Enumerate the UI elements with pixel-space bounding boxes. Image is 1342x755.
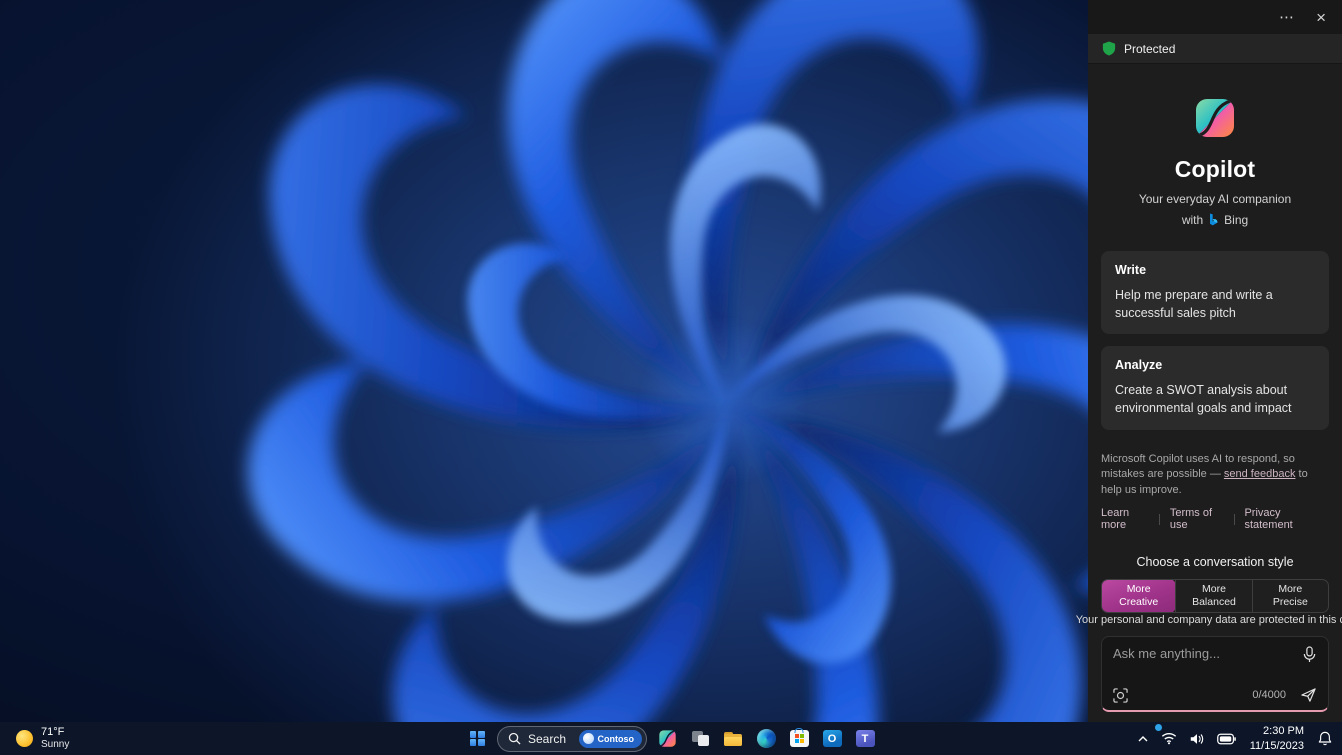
battery-button[interactable] <box>1213 726 1240 752</box>
tray-time: 2:30 PM <box>1263 725 1304 738</box>
outlook-icon: O <box>822 730 842 747</box>
copilot-content: Copilot Your everyday AI companion with … <box>1076 64 1342 726</box>
sun-icon <box>16 730 33 747</box>
style-more-creative-button[interactable]: More Creative <box>1102 580 1177 613</box>
network-button[interactable] <box>1153 722 1181 752</box>
card-title: Analyze <box>1115 358 1163 373</box>
file-explorer-icon <box>724 731 742 746</box>
card-description: Help me prepare and write a successful s… <box>1115 288 1273 321</box>
more-options-icon[interactable]: ⋯ <box>1279 10 1294 25</box>
weather-condition: Sunny <box>41 739 70 751</box>
teams-icon: T <box>855 730 875 747</box>
chat-input-cluster: Your personal and company data are prote… <box>1076 613 1342 713</box>
taskbar-center: Search Contoso O T <box>464 722 878 755</box>
terms-of-use-link[interactable]: Terms of use <box>1160 507 1234 531</box>
chat-input[interactable] <box>1113 646 1294 677</box>
clock[interactable]: 2:30 PM 11/15/2023 <box>1244 724 1310 753</box>
chevron-up-icon <box>1138 735 1148 741</box>
copilot-panel: ⋯ × Protected Copilot Your everyday AI c… <box>1076 0 1342 722</box>
tray-date: 11/15/2023 <box>1249 739 1304 752</box>
microphone-icon[interactable] <box>1302 646 1317 663</box>
style-more-balanced-button[interactable]: More Balanced <box>1175 580 1251 613</box>
weather-temperature: 71°F <box>41 725 65 738</box>
privacy-note-text: Your personal and company data are prote… <box>1075 613 1342 626</box>
footer-links: Learn more Terms of use Privacy statemen… <box>1101 507 1329 531</box>
with-bing-line: with Bing <box>1101 213 1329 227</box>
contoso-badge: Contoso <box>578 729 642 748</box>
network-status-badge <box>1153 722 1163 732</box>
card-description: Create a SWOT analysis about environment… <box>1115 383 1292 416</box>
outlook-button[interactable]: O <box>819 726 845 752</box>
card-title: Write <box>1115 263 1147 277</box>
screenshot-scan-icon[interactable] <box>1113 688 1128 703</box>
bell-icon <box>1318 731 1332 746</box>
suggestion-card-write[interactable]: Write Help me prepare and write a succes… <box>1101 251 1329 335</box>
task-view-button[interactable] <box>687 726 713 752</box>
style-more-precise-button[interactable]: More Precise <box>1251 580 1328 613</box>
protected-label: Protected <box>1124 41 1176 56</box>
tray-chevron-button[interactable] <box>1133 726 1153 752</box>
microsoft-store-button[interactable] <box>786 726 812 752</box>
screen: ⋯ × Protected Copilot Your everyday AI c… <box>0 0 1342 755</box>
shield-icon <box>1102 41 1116 56</box>
style-label-line1: More <box>1126 582 1151 595</box>
style-label-line1: More <box>1202 582 1226 595</box>
send-icon[interactable] <box>1300 687 1317 703</box>
send-feedback-link[interactable]: send feedback <box>1224 468 1296 480</box>
privacy-note: Your personal and company data are prote… <box>1076 613 1342 626</box>
conversation-style-heading: Choose a conversation style <box>1136 555 1294 570</box>
microsoft-store-icon <box>789 728 809 747</box>
conversation-style-group: More Creative More Balanced More Precise <box>1101 579 1329 614</box>
contoso-logo-icon <box>582 733 594 744</box>
copilot-logo-icon <box>1196 99 1234 137</box>
search-box[interactable]: Search Contoso <box>497 725 647 752</box>
windows-logo-icon <box>469 731 485 746</box>
copilot-icon <box>658 730 676 747</box>
task-view-icon <box>691 731 709 746</box>
search-placeholder: Search <box>528 731 567 746</box>
bing-logo-icon <box>1210 213 1218 226</box>
wifi-icon <box>1161 732 1176 745</box>
ai-disclaimer: Microsoft Copilot uses AI to respond, so… <box>1101 452 1329 500</box>
start-button[interactable] <box>464 726 490 752</box>
battery-icon <box>1216 733 1236 744</box>
character-counter: 0/4000 <box>1252 689 1286 702</box>
taskbar: 71°F Sunny Search Contoso O T 2:30 PM 11… <box>0 722 1342 755</box>
edge-icon <box>756 729 776 748</box>
weather-widget[interactable]: 71°F Sunny <box>10 722 75 755</box>
copilot-taskbar-button[interactable] <box>654 726 680 752</box>
chat-input-box: 0/4000 <box>1101 636 1329 713</box>
bing-text: Bing <box>1224 213 1249 227</box>
contoso-badge-label: Contoso <box>597 733 635 744</box>
style-label-line2: Precise <box>1272 596 1308 609</box>
file-explorer-button[interactable] <box>720 726 746 752</box>
edge-button[interactable] <box>753 726 779 752</box>
copilot-titlebar: ⋯ × <box>1088 0 1342 34</box>
notifications-button[interactable] <box>1314 726 1336 752</box>
style-label-line2: Balanced <box>1192 596 1236 609</box>
search-icon <box>508 732 521 745</box>
learn-more-link[interactable]: Learn more <box>1101 507 1159 531</box>
teams-button[interactable]: T <box>852 726 878 752</box>
privacy-statement-link[interactable]: Privacy statement <box>1234 507 1329 531</box>
with-text: with <box>1181 213 1204 227</box>
protected-badge[interactable]: Protected <box>1088 34 1342 64</box>
style-label-line2: Creative <box>1119 596 1159 609</box>
volume-button[interactable] <box>1185 726 1209 752</box>
suggestion-card-analyze[interactable]: Analyze Create a SWOT analysis about env… <box>1101 346 1329 430</box>
system-tray: 2:30 PM 11/15/2023 <box>1133 722 1336 755</box>
copilot-tagline: Your everyday AI companion <box>1138 192 1292 206</box>
close-icon[interactable]: × <box>1316 9 1326 26</box>
speaker-icon <box>1190 733 1203 744</box>
style-label-line1: More <box>1278 582 1303 595</box>
copilot-title: Copilot <box>1174 156 1256 182</box>
